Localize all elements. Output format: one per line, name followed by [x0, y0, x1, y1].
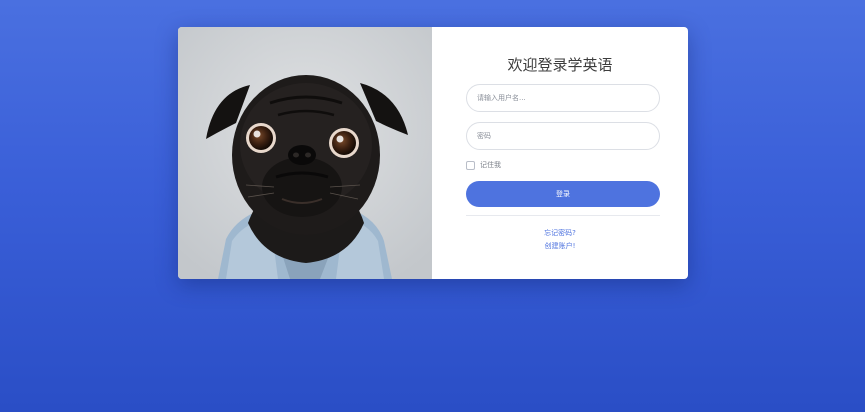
login-form: 欢迎登录学英语 记住我 登录 忘记密码? 创建账户!: [432, 27, 688, 279]
remember-me[interactable]: 记住我: [466, 160, 501, 170]
pug-photo: [178, 27, 432, 279]
pug-illustration: [178, 27, 432, 279]
divider: [466, 215, 660, 216]
password-input[interactable]: [466, 122, 660, 150]
remember-me-label: 记住我: [480, 161, 501, 169]
remember-me-checkbox[interactable]: [466, 160, 475, 170]
forgot-password-link[interactable]: 忘记密码?: [432, 228, 688, 238]
username-input[interactable]: [466, 84, 660, 112]
create-account-link[interactable]: 创建账户!: [432, 241, 688, 251]
page-title: 欢迎登录学英语: [507, 56, 613, 74]
login-card: 欢迎登录学英语 记住我 登录 忘记密码? 创建账户!: [178, 27, 688, 279]
login-button[interactable]: 登录: [466, 181, 660, 207]
